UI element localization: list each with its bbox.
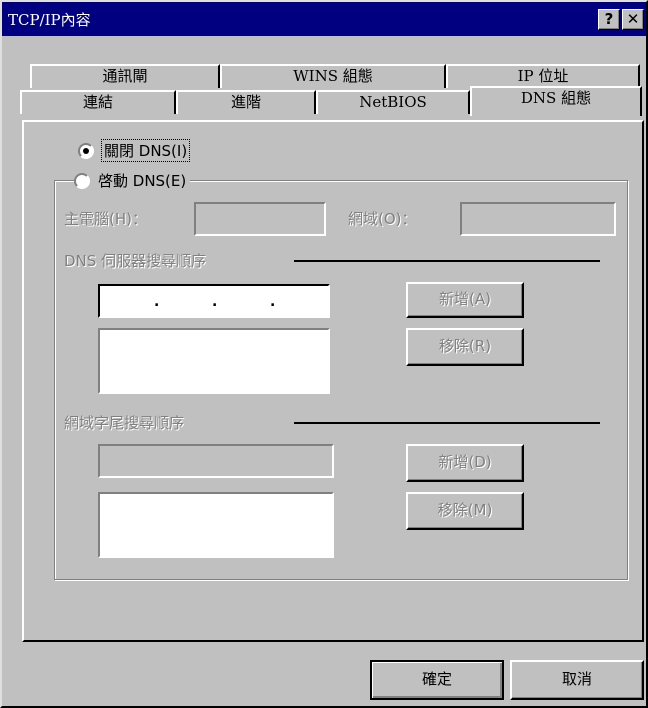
ip-separator: . (212, 294, 218, 310)
dns-server-order-label: DNS 伺服器搜尋順序 (64, 252, 207, 270)
tcpip-properties-dialog: TCP/IP內容 ? ✕ 通訊閘 WINS 組態 IP 位址 連結 進階 Net… (0, 0, 648, 708)
domain-input[interactable] (460, 202, 616, 236)
host-label: 主電腦(H)： (64, 210, 147, 228)
suffix-order-label: 網域字尾搜尋順序 (64, 414, 185, 432)
enable-dns-label: 啓動 DNS(E) (98, 172, 187, 190)
tab-advanced[interactable]: 進階 (176, 90, 316, 114)
remove-suffix-button[interactable]: 移除(M) (406, 492, 524, 530)
add-suffix-button[interactable]: 新增(D) (406, 444, 524, 482)
tab-gateway[interactable]: 通訊閘 (30, 64, 220, 88)
host-input[interactable] (194, 202, 326, 236)
cancel-button[interactable]: 取消 (510, 660, 644, 700)
help-button[interactable]: ? (598, 9, 620, 30)
tab-netbios[interactable]: NetBIOS (316, 90, 470, 114)
disable-dns-radio[interactable] (78, 142, 94, 159)
disable-dns-option[interactable]: 關閉 DNS(I) (78, 139, 191, 162)
ip-separator: . (270, 294, 276, 310)
ip-separator: . (154, 294, 160, 310)
suffix-list[interactable] (98, 492, 334, 558)
window-title: TCP/IP內容 (8, 11, 91, 29)
enable-dns-option[interactable]: 啓動 DNS(E) (74, 170, 191, 191)
enable-dns-radio[interactable] (74, 172, 90, 189)
title-bar[interactable]: TCP/IP內容 ? ✕ (2, 2, 646, 36)
ok-button[interactable]: 確定 (370, 660, 504, 700)
remove-dns-server-button[interactable]: 移除(R) (406, 328, 524, 366)
dns-server-list[interactable] (98, 328, 330, 394)
dns-server-ip-input[interactable]: . . . (98, 284, 330, 318)
domain-label: 網域(O)： (348, 210, 417, 228)
tab-wins-config[interactable]: WINS 組態 (220, 64, 446, 88)
add-dns-server-button[interactable]: 新增(A) (406, 282, 524, 318)
tab-bindings[interactable]: 連結 (20, 90, 176, 114)
separator-line (294, 422, 600, 424)
suffix-input[interactable] (98, 444, 334, 478)
disable-dns-label: 關閉 DNS(I) (100, 139, 191, 162)
tab-dns-config[interactable]: DNS 組態 (470, 86, 642, 116)
tab-ip-address[interactable]: IP 位址 (446, 64, 640, 88)
separator-line (294, 260, 600, 262)
close-button[interactable]: ✕ (622, 9, 644, 30)
